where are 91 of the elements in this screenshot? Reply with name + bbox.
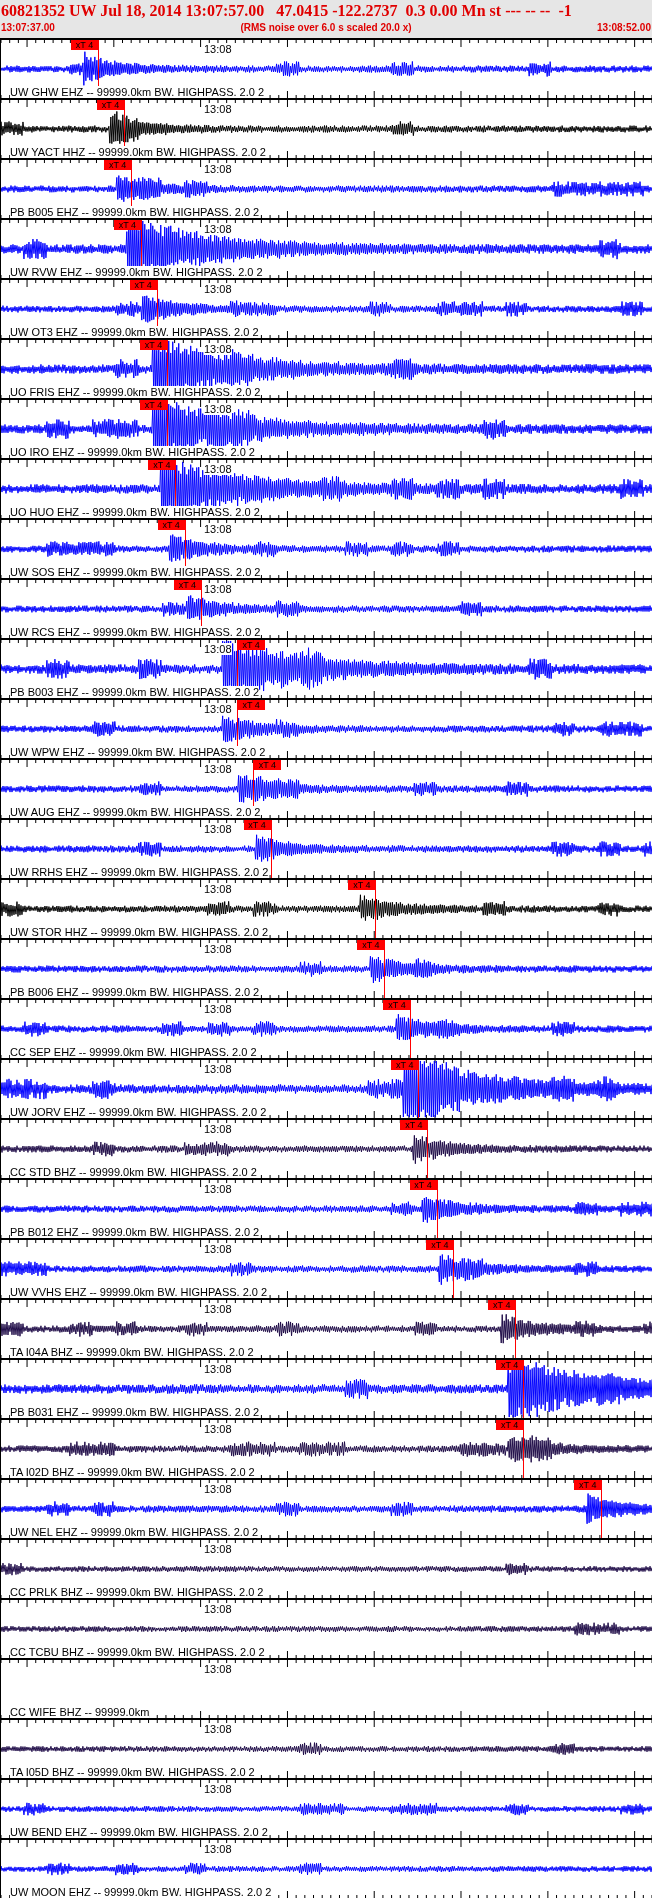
- time-label: 13:08: [204, 1363, 232, 1375]
- pick-label: xT 4: [71, 40, 98, 50]
- pick-label: xT 4: [357, 940, 385, 950]
- time-label: 13:08: [204, 1003, 232, 1015]
- time-label: 13:08: [204, 1603, 232, 1615]
- pick-label: xT 4: [113, 220, 141, 230]
- time-label: 13:08: [204, 1243, 232, 1255]
- time-label: 13:08: [204, 1663, 232, 1675]
- time-label: 13:08: [204, 163, 232, 175]
- time-label: 13:08: [204, 1483, 232, 1495]
- channel-label: PB B005 EHZ -- 99999.0km BW. HIGHPASS. 2.0 2: [10, 206, 260, 218]
- time-label: 13:08: [204, 1303, 232, 1315]
- channel-label: UW AUG EHZ -- 99999.0km BW. HIGHPASS. 2.0 2: [10, 806, 261, 818]
- channel-label: CC STD BHZ -- 99999.0km BW. HIGHPASS. 2.0 2: [10, 1166, 257, 1178]
- time-label: 13:08: [204, 643, 232, 655]
- start-time: 13:07:37.00: [1, 21, 55, 35]
- time-label: 13:08: [204, 1723, 232, 1735]
- channel-label: UW NEL EHZ -- 99999.0km BW. HIGHPASS. 2.0 2: [10, 1526, 259, 1538]
- channel-label: UW JORV EHZ -- 99999.0km BW. HIGHPASS. 2.0 2: [10, 1106, 267, 1118]
- pick-label: xT 4: [157, 520, 185, 530]
- time-label: 13:08: [204, 583, 232, 595]
- pick-label: xT 4: [140, 400, 167, 410]
- channel-label: UW RCS EHZ -- 99999.0km BW. HIGHPASS. 2.0 2: [10, 626, 261, 638]
- channel-label: PB B031 EHZ -- 99999.0km BW. HIGHPASS. 2.0 2: [10, 1406, 260, 1418]
- pick-label: xT 4: [129, 280, 157, 290]
- pick-label: xT 4: [391, 1060, 419, 1070]
- channel-label: UW STOR HHZ -- 99999.0km BW. HIGHPASS. 2.0 2: [10, 926, 269, 938]
- channel-label: UW VVHS EHZ -- 99999.0km BW. HIGHPASS. 2.0 2: [10, 1286, 268, 1298]
- pick-label: xT 4: [237, 640, 265, 650]
- time-label: 13:08: [204, 403, 232, 415]
- time-label: 13:08: [204, 823, 232, 835]
- pick-label: xT 4: [140, 340, 167, 350]
- pick-label: xT 4: [488, 1300, 516, 1310]
- channel-label: TA I05D BHZ -- 99999.0km BW. HIGHPASS. 2.0 2: [10, 1766, 255, 1778]
- channel-label: CC WIFE BHZ -- 99999.0km: [10, 1706, 150, 1718]
- pick-label: xT 4: [148, 460, 176, 470]
- channel-label: UW OT3 EHZ -- 99999.0km BW. HIGHPASS. 2.0 2: [10, 326, 259, 338]
- time-label: 13:08: [204, 943, 232, 955]
- channel-label: UO IRO EHZ -- 99999.0km BW. HIGHPASS. 2.0 2: [10, 446, 255, 458]
- channel-label: UW YACT HHZ -- 99999.0km BW. HIGHPASS. 2.0 2: [10, 146, 266, 158]
- time-label: 13:08: [204, 1843, 232, 1855]
- time-label: 13:08: [204, 1063, 232, 1075]
- channel-label: PB B012 EHZ -- 99999.0km BW. HIGHPASS. 2.0 2: [10, 1226, 260, 1238]
- channel-label: UW BEND EHZ -- 99999.0km BW. HIGHPASS. 2.0 2: [10, 1826, 268, 1838]
- time-label: 13:08: [204, 1543, 232, 1555]
- time-label: 13:08: [204, 103, 232, 115]
- channel-label: TA I02D BHZ -- 99999.0km BW. HIGHPASS. 2.0 2: [10, 1466, 255, 1478]
- time-label: 13:08: [204, 283, 232, 295]
- channel-label: UO FRIS EHZ -- 99999.0km BW. HIGHPASS. 2.0 2: [10, 386, 261, 398]
- time-label: 13:08: [204, 43, 232, 55]
- channel-label: CC SEP EHZ -- 99999.0km BW. HIGHPASS. 2.0 2: [10, 1046, 257, 1058]
- time-label: 13:08: [204, 883, 232, 895]
- pick-label: xT 4: [496, 1420, 524, 1430]
- pick-label: xT 4: [496, 1360, 524, 1370]
- time-label: 13:08: [204, 1783, 232, 1795]
- time-label: 13:08: [204, 343, 232, 355]
- time-label: 13:08: [204, 763, 232, 775]
- channel-label: PB B006 EHZ -- 99999.0km BW. HIGHPASS. 2.0 2: [10, 986, 260, 998]
- pick-label: xT 4: [173, 580, 201, 590]
- channel-label: TA I04A BHZ -- 99999.0km BW. HIGHPASS. 2.0 2: [10, 1346, 254, 1358]
- pick-label: xT 4: [348, 880, 376, 890]
- channel-label: UO HUO EHZ -- 99999.0km BW. HIGHPASS. 2.0 2: [10, 506, 260, 518]
- channel-label: UW GHW EHZ -- 99999.0km BW. HIGHPASS. 2.0 2: [10, 86, 265, 98]
- event-title: 60821352 UW Jul 18, 2014 13:07:57.00 47.0415 -122.2737 0.3 0.00 Mn st --- -- -- -1: [1, 1, 573, 21]
- end-time: 13:08:52.00: [597, 21, 651, 35]
- channel-label: CC PRLK BHZ -- 99999.0km BW. HIGHPASS. 2.0 2: [10, 1586, 264, 1598]
- pick-label: xT 4: [237, 700, 265, 710]
- scale-note: (RMS noise over 6.0 s scaled 20.0 x): [240, 21, 412, 35]
- pick-label: xT 4: [243, 820, 271, 830]
- time-label: 13:08: [204, 463, 232, 475]
- time-label: 13:08: [204, 1423, 232, 1435]
- pick-label: xT 4: [400, 1120, 428, 1130]
- pick-label: xT 4: [426, 1240, 454, 1250]
- time-label: 13:08: [204, 1123, 232, 1135]
- pick-label: xT 4: [574, 1480, 602, 1490]
- pick-label: xT 4: [409, 1180, 437, 1190]
- time-label: 13:08: [204, 703, 232, 715]
- pick-label: xT 4: [104, 160, 132, 170]
- channel-label: UW RVW EHZ -- 99999.0km BW. HIGHPASS. 2.0 2: [10, 266, 263, 278]
- channel-label: PB B003 EHZ -- 99999.0km BW. HIGHPASS. 2.0 2: [10, 686, 260, 698]
- channel-label: UW MOON EHZ -- 99999.0km BW. HIGHPASS. 2.0 2: [10, 1886, 272, 1898]
- time-label: 13:08: [204, 523, 232, 535]
- channel-label: UW RRHS EHZ -- 99999.0km BW. HIGHPASS. 2.0 2: [10, 866, 269, 878]
- pick-label: xT 4: [253, 760, 281, 770]
- time-label: 13:08: [204, 1183, 232, 1195]
- channel-label: UW WPW EHZ -- 99999.0km BW. HIGHPASS. 2.0 2: [10, 746, 266, 758]
- time-label: 13:08: [204, 223, 232, 235]
- pick-label: xT 4: [383, 1000, 411, 1010]
- pick-label: xT 4: [97, 100, 125, 110]
- channel-label: CC TCBU BHZ -- 99999.0km BW. HIGHPASS. 2.0 2: [10, 1646, 265, 1658]
- channel-label: UW SOS EHZ -- 99999.0km BW. HIGHPASS. 2.0 2: [10, 566, 261, 578]
